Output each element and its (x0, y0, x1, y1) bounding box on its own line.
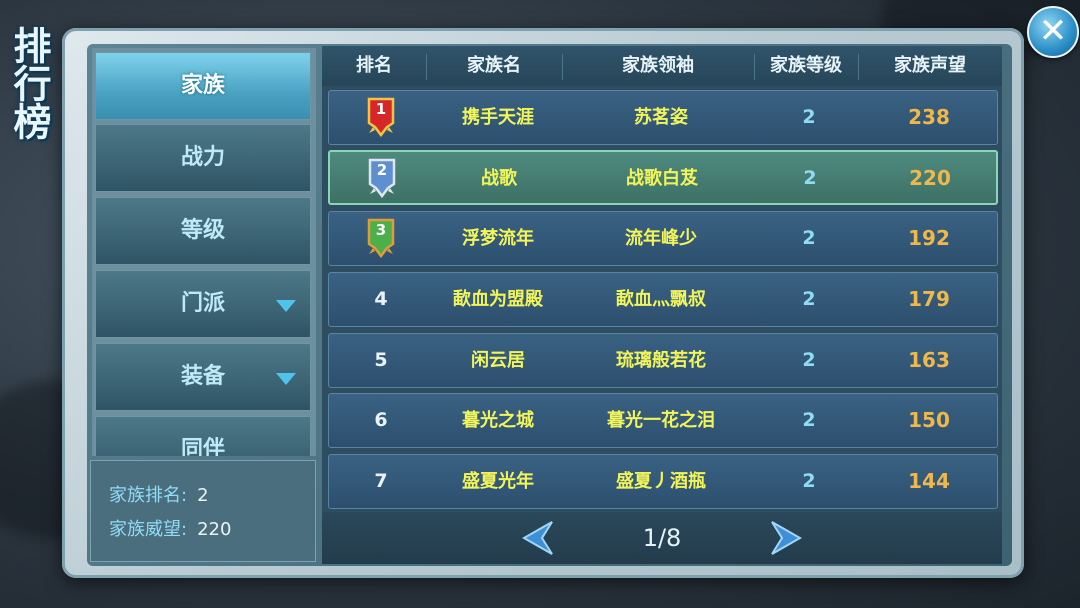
rank-cell: 4 (374, 288, 388, 310)
level-cell: 2 (802, 349, 816, 371)
sidebar-item-label: 家族 (180, 73, 225, 98)
sidebar-item-label: 战力 (180, 145, 225, 170)
rank-badge-number: 1 (375, 100, 387, 118)
sidebar-item-companion[interactable]: 同伴 (95, 416, 311, 456)
column-header-reputation: 家族声望 (894, 55, 966, 76)
sidebar-item-label: 等级 (180, 218, 225, 243)
family-name-cell: 盛夏光年 (462, 471, 534, 492)
bronze-rank-badge-icon: 3 (365, 218, 397, 259)
family-name-cell: 携手天涯 (462, 107, 534, 128)
arrow-right-icon (771, 521, 803, 555)
panel-title-text: 排行榜 (7, 26, 52, 140)
reputation-cell: 163 (908, 348, 950, 372)
leader-cell: 战歌白芨 (626, 168, 698, 189)
rank-cell: 1 (329, 91, 433, 144)
rank-badge-number: 2 (376, 161, 388, 179)
family-rank-label: 家族排名: (109, 485, 188, 506)
level-cell: 2 (802, 409, 816, 431)
sidebar-item-sect[interactable]: 门派 (95, 270, 311, 338)
sidebar-item-label: 同伴 (180, 437, 225, 456)
family-name-cell: 暮光之城 (462, 410, 534, 431)
family-rank-value: 2 (197, 485, 209, 506)
family-name-cell: 歃血为盟殿 (453, 289, 543, 310)
sidebar-item-equipment[interactable]: 装备 (95, 343, 311, 411)
chevron-down-icon (276, 300, 296, 312)
table-row[interactable]: 3 浮梦流年 流年峰少 2 192 (328, 211, 998, 266)
sidebar-item-level[interactable]: 等级 (95, 197, 311, 265)
category-sidebar: 家族 战力 等级 门派 装备 同伴 (92, 48, 316, 456)
leader-cell: 琉璃般若花 (616, 350, 706, 371)
ranking-table: 排名 家族名 家族领袖 家族等级 家族声望 1 携手天涯 苏茗姿 2 238 2… (322, 46, 1002, 564)
leader-cell: 盛夏丿酒瓶 (616, 471, 706, 492)
family-reputation-line: 家族威望: 220 (109, 515, 231, 541)
silver-rank-badge-icon: 2 (366, 158, 398, 199)
gold-rank-badge-icon: 1 (365, 97, 397, 138)
rank-cell: 2 (330, 152, 434, 205)
leader-cell: 苏茗姿 (634, 107, 688, 128)
sidebar-item-family[interactable]: 家族 (95, 52, 311, 120)
family-rank-line: 家族排名: 2 (109, 481, 209, 507)
family-info-box: 家族排名: 2 家族威望: 220 (90, 460, 316, 562)
reputation-cell: 192 (908, 226, 950, 250)
column-header-family-name: 家族名 (467, 55, 521, 76)
level-cell: 2 (803, 167, 817, 189)
rank-cell: 3 (329, 212, 433, 265)
sidebar-item-label: 门派 (180, 291, 225, 316)
panel-title: 排行榜 (4, 26, 54, 151)
close-button[interactable]: ✕ (1027, 6, 1079, 58)
sidebar-item-power[interactable]: 战力 (95, 124, 311, 192)
prev-page-button[interactable] (518, 518, 558, 558)
column-header-rank: 排名 (356, 55, 392, 76)
table-row[interactable]: 5 闲云居 琉璃般若花 2 163 (328, 333, 998, 388)
table-row[interactable]: 7 盛夏光年 盛夏丿酒瓶 2 144 (328, 454, 998, 509)
rank-cell: 5 (374, 349, 388, 371)
table-header: 排名 家族名 家族领袖 家族等级 家族声望 (322, 46, 1002, 86)
family-name-cell: 战歌 (481, 168, 517, 189)
leader-cell: 流年峰少 (625, 228, 697, 249)
family-reputation-value: 220 (197, 519, 232, 540)
table-row[interactable]: 6 暮光之城 暮光一花之泪 2 150 (328, 393, 998, 448)
leader-cell: 歃血灬飘叔 (616, 289, 706, 310)
reputation-cell: 179 (908, 287, 950, 311)
family-name-cell: 闲云居 (471, 350, 525, 371)
column-header-level: 家族等级 (770, 55, 842, 76)
rank-badge-number: 3 (375, 221, 387, 239)
pagination-bar: 1/8 (322, 512, 1002, 564)
rank-cell: 6 (374, 409, 388, 431)
level-cell: 2 (802, 288, 816, 310)
reputation-cell: 150 (908, 408, 950, 432)
table-row-selected[interactable]: 2 战歌 战歌白芨 2 220 (328, 150, 998, 205)
arrow-left-icon (521, 521, 553, 555)
sidebar-item-label: 装备 (180, 364, 225, 389)
column-header-leader: 家族领袖 (622, 55, 694, 76)
rank-cell: 7 (374, 470, 388, 492)
level-cell: 2 (802, 227, 816, 249)
table-row[interactable]: 4 歃血为盟殿 歃血灬飘叔 2 179 (328, 272, 998, 327)
level-cell: 2 (802, 470, 816, 492)
leader-cell: 暮光一花之泪 (607, 410, 715, 431)
reputation-cell: 144 (908, 469, 950, 493)
page-indicator: 1/8 (642, 524, 682, 552)
chevron-down-icon (276, 373, 296, 385)
family-name-cell: 浮梦流年 (462, 228, 534, 249)
reputation-cell: 238 (908, 105, 950, 129)
level-cell: 2 (802, 106, 816, 128)
reputation-cell: 220 (909, 166, 951, 190)
next-page-button[interactable] (766, 518, 806, 558)
close-icon: ✕ (1038, 11, 1068, 51)
family-reputation-label: 家族威望: (109, 519, 188, 540)
table-row[interactable]: 1 携手天涯 苏茗姿 2 238 (328, 90, 998, 145)
